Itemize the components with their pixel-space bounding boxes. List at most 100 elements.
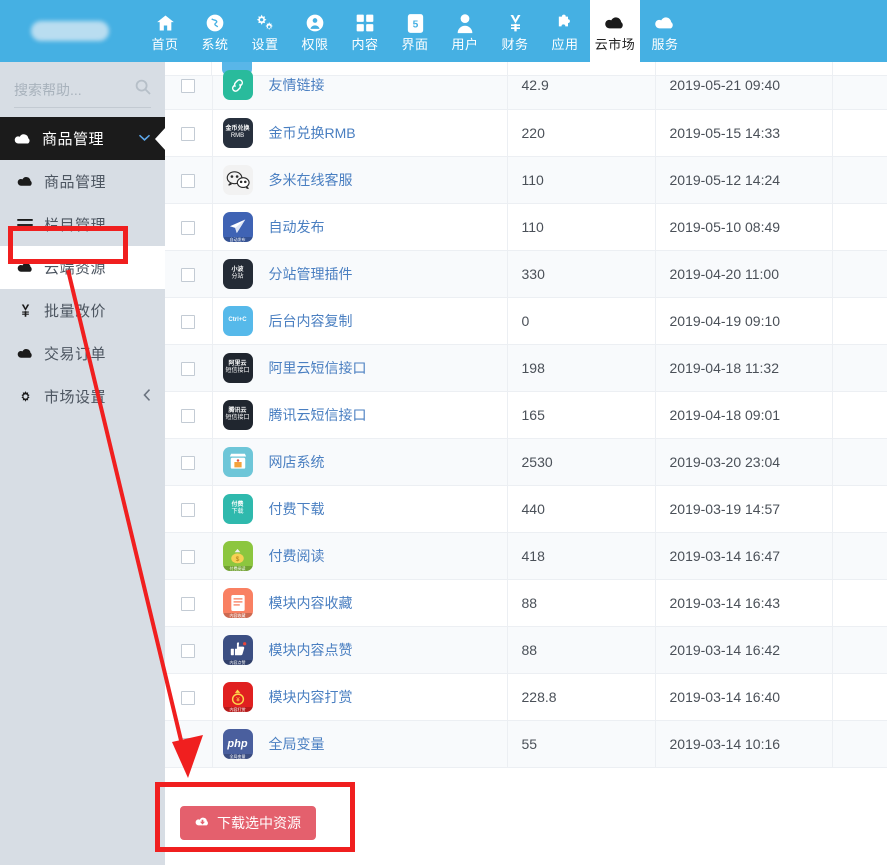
resource-name-link[interactable]: 自动发布 <box>269 217 325 237</box>
user-icon <box>457 12 473 34</box>
row-checkbox[interactable] <box>181 455 196 470</box>
row-date-cell: 2019-03-20 23:04 <box>655 438 833 486</box>
table-row: 小波 分站 分站管理插件 330 2019-04-20 11:00 <box>165 250 887 298</box>
row-checkbox-cell <box>165 720 213 768</box>
brand-logo[interactable] <box>0 0 140 62</box>
resource-name-link[interactable]: 模块内容点赞 <box>269 640 353 660</box>
row-name-cell: $ 付费阅读 付费阅读 <box>212 532 508 580</box>
resource-table-panel: 友情链接 42.9 2019-05-21 09:40 金币兑换 RMB 金币兑换RMB 22… <box>165 62 887 865</box>
row-name-cell: 内容收藏 模块内容收藏 <box>212 579 508 627</box>
sidebar-item-商品管理[interactable]: 商品管理 <box>0 160 165 203</box>
svg-text:¥: ¥ <box>236 696 240 703</box>
table-row: ¥ 内容打赏 模块内容打赏 228.8 2019-03-14 16:40 <box>165 673 887 721</box>
row-price-cell: 110 <box>507 156 656 204</box>
row-extra-cell <box>832 438 887 486</box>
nav-item-应用[interactable]: 应用 <box>540 0 590 62</box>
row-checkbox-cell <box>165 626 213 674</box>
resource-name-link[interactable]: 阿里云短信接口 <box>269 358 367 378</box>
chevron-left-icon[interactable] <box>143 388 151 406</box>
search-input[interactable] <box>14 81 114 98</box>
cloud-icon <box>14 347 36 360</box>
table-row: 多米在线客服 110 2019-05-12 14:24 <box>165 156 887 204</box>
row-checkbox[interactable] <box>181 173 196 188</box>
chevron-down-icon[interactable] <box>138 130 151 148</box>
row-checkbox[interactable] <box>181 220 196 235</box>
row-extra-cell <box>832 579 887 627</box>
resource-name-link[interactable]: 模块内容收藏 <box>269 593 353 613</box>
row-checkbox[interactable] <box>181 737 196 752</box>
row-checkbox[interactable] <box>181 267 196 282</box>
row-checkbox-cell <box>165 156 213 204</box>
resource-name-link[interactable]: 付费下载 <box>269 499 325 519</box>
app-icon: 小波 分站 <box>222 258 253 289</box>
resource-name-link[interactable]: 全局变量 <box>269 734 325 754</box>
nav-item-设置[interactable]: 设置 <box>240 0 290 62</box>
resource-name-link[interactable]: 多米在线客服 <box>269 170 353 190</box>
row-name-cell: Ctrl+C 后台内容复制 <box>212 297 508 345</box>
gears-icon <box>254 12 276 34</box>
resource-name-link[interactable]: 后台内容复制 <box>269 311 353 331</box>
row-checkbox[interactable] <box>181 361 196 376</box>
row-checkbox[interactable] <box>181 643 196 658</box>
row-date-cell: 2019-03-19 14:57 <box>655 485 833 533</box>
row-checkbox[interactable] <box>181 79 196 94</box>
row-name-cell: 阿里云 短信接口 阿里云短信接口 <box>212 344 508 392</box>
top-navigation-bar: 首页 系统 设置 权限 内容 5 界面 用户 财务 应用 云市场 服务 <box>0 0 887 62</box>
resource-name-link[interactable]: 金币兑换RMB <box>269 123 356 143</box>
row-name-cell: 多米在线客服 <box>212 156 508 204</box>
brand-logo-redacted <box>31 21 109 41</box>
nav-item-服务[interactable]: 服务 <box>640 0 690 62</box>
row-checkbox-cell <box>165 344 213 392</box>
resource-name-link[interactable]: 网店系统 <box>269 452 325 472</box>
resource-name-link[interactable]: 友情链接 <box>269 75 325 95</box>
nav-item-系统[interactable]: 系统 <box>190 0 240 62</box>
app-icon: php 全局变量 <box>222 728 253 759</box>
row-checkbox[interactable] <box>181 596 196 611</box>
nav-item-label: 系统 <box>201 37 229 52</box>
sidebar-item-label: 栏目管理 <box>44 217 107 234</box>
app-icon: 内容点赞 <box>222 634 253 665</box>
sidebar-item-市场设置[interactable]: 市场设置 <box>0 375 165 418</box>
row-name-cell: 腾讯云 短信接口 腾讯云短信接口 <box>212 391 508 439</box>
row-extra-cell <box>832 532 887 580</box>
gear-icon <box>14 389 36 404</box>
sidebar-item-云端资源[interactable]: 云端资源 <box>0 246 165 289</box>
row-extra-cell <box>832 297 887 345</box>
row-extra-cell <box>832 720 887 768</box>
row-date-cell: 2019-05-10 08:49 <box>655 203 833 251</box>
row-checkbox-cell <box>165 109 213 157</box>
row-date-cell: 2019-03-14 16:43 <box>655 579 833 627</box>
sidebar-group-商品管理[interactable]: 商品管理 <box>0 117 165 160</box>
table-row: 内容点赞 模块内容点赞 88 2019-03-14 16:42 <box>165 626 887 674</box>
resource-name-link[interactable]: 分站管理插件 <box>269 264 353 284</box>
row-date-cell: 2019-03-14 16:42 <box>655 626 833 674</box>
nav-item-内容[interactable]: 内容 <box>340 0 390 62</box>
resource-name-link[interactable]: 模块内容打赏 <box>269 687 353 707</box>
download-selected-resources-button[interactable]: 下载选中资源 <box>180 806 316 840</box>
nav-item-云市场[interactable]: 云市场 <box>590 0 640 62</box>
row-checkbox[interactable] <box>181 126 196 141</box>
sidebar-item-批量改价[interactable]: 批量改价 <box>0 289 165 332</box>
svg-text:5: 5 <box>412 19 418 30</box>
search-icon[interactable] <box>135 79 151 100</box>
clipped-top-row <box>165 62 887 76</box>
nav-item-财务[interactable]: 财务 <box>490 0 540 62</box>
nav-item-用户[interactable]: 用户 <box>440 0 490 62</box>
nav-item-界面[interactable]: 5 界面 <box>390 0 440 62</box>
row-checkbox[interactable] <box>181 502 196 517</box>
sidebar-search[interactable] <box>0 62 165 117</box>
row-checkbox[interactable] <box>181 314 196 329</box>
nav-item-权限[interactable]: 权限 <box>290 0 340 62</box>
row-checkbox[interactable] <box>181 690 196 705</box>
sidebar-item-栏目管理[interactable]: 栏目管理 <box>0 203 165 246</box>
row-checkbox-cell <box>165 203 213 251</box>
resource-name-link[interactable]: 腾讯云短信接口 <box>269 405 367 425</box>
sidebar-item-交易订单[interactable]: 交易订单 <box>0 332 165 375</box>
globe-icon <box>205 12 225 34</box>
row-checkbox[interactable] <box>181 549 196 564</box>
resource-name-link[interactable]: 付费阅读 <box>269 546 325 566</box>
nav-item-首页[interactable]: 首页 <box>140 0 190 62</box>
row-checkbox[interactable] <box>181 408 196 423</box>
row-name-cell: 小波 分站 分站管理插件 <box>212 250 508 298</box>
row-extra-cell <box>832 250 887 298</box>
